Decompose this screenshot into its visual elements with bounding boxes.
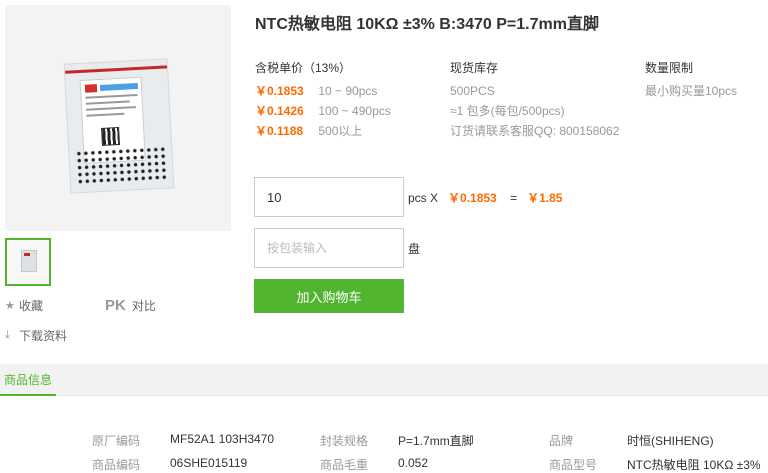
spec-key: 品牌 — [549, 434, 574, 448]
limit-header: 数量限制 — [645, 61, 694, 75]
quantity-input[interactable] — [254, 177, 404, 217]
tier-price: ￥0.1188 — [255, 124, 304, 138]
add-to-cart-button[interactable]: 加入购物车 — [254, 279, 404, 313]
price-calculation: pcs X ￥0.1853 = ￥1.85 — [408, 189, 562, 206]
min-purchase: 最小购买量10pcs — [645, 84, 738, 98]
price-header: 含税单价（13%） — [255, 61, 352, 75]
spec-value: 06SHE015119 — [170, 456, 248, 470]
limit-info: 最小购买量10pcs — [645, 84, 737, 104]
pk-icon: PK — [105, 296, 126, 314]
spec-key: 原厂编码 — [92, 434, 141, 448]
star-icon: ★ — [5, 299, 15, 312]
side-actions: ★ 收藏 PK 对比 ⤓ 下载资料 — [5, 296, 156, 356]
price-tier: ￥0.1853 10 ~ 90pcs — [255, 84, 391, 104]
package-unit: 盘 — [408, 242, 421, 256]
stock-info: 500PCS ≈1 包多(每包/500pcs) 订货请联系客服QQ: 80015… — [450, 84, 619, 144]
calc-unit-price: ￥0.1853 — [448, 191, 497, 205]
tab-product-info[interactable]: 商品信息 — [0, 364, 57, 396]
download-row[interactable]: ⤓ 下载资料 — [5, 326, 156, 344]
product-title: NTC热敏电阻 10KΩ ±3% B:3470 P=1.7mm直脚 — [255, 16, 599, 33]
stock-quantity: 500PCS — [450, 84, 495, 98]
stock-header: 现货库存 — [450, 61, 499, 75]
product-thumbnail[interactable] — [5, 238, 51, 286]
favorite-compare-row: ★ 收藏 PK 对比 — [5, 296, 156, 314]
stock-contact: 订货请联系客服QQ: 800158062 — [450, 124, 620, 138]
price-tier: ￥0.1426 100 ~ 490pcs — [255, 104, 391, 124]
spec-value: P=1.7mm直脚 — [398, 434, 474, 448]
tier-price: ￥0.1853 — [255, 84, 304, 98]
product-bag-illustration — [63, 58, 175, 194]
favorite-button[interactable]: 收藏 — [19, 297, 43, 314]
spec-key: 商品编码 — [92, 458, 141, 472]
pcs-unit: pcs X — [408, 191, 439, 205]
spec-value: NTC热敏电阻 10KΩ ±3% — [627, 458, 761, 472]
package-quantity-input[interactable] — [254, 228, 404, 268]
stock-package: ≈1 包多(每包/500pcs) — [450, 104, 565, 118]
download-link[interactable]: 下载资料 — [19, 327, 67, 344]
spec-row: 原厂编码 MF52A1 103H3470 封装规格 P=1.7mm直脚 品牌 时… — [0, 432, 768, 452]
info-tabbar: 商品信息 — [0, 364, 768, 396]
price-tiers: ￥0.1853 10 ~ 90pcs ￥0.1426 100 ~ 490pcs … — [255, 84, 391, 144]
total-price: ￥1.85 — [527, 191, 563, 205]
tier-range: 500以上 — [318, 124, 363, 138]
spec-value: 0.052 — [398, 456, 429, 470]
product-main-image[interactable] — [5, 5, 231, 231]
qr-code-icon — [101, 126, 120, 146]
spec-value: 时恒(SHIHENG) — [627, 434, 714, 448]
spec-value: MF52A1 103H3470 — [170, 432, 275, 446]
tier-range: 10 ~ 90pcs — [318, 84, 378, 98]
tier-price: ￥0.1426 — [255, 104, 304, 118]
spec-key: 商品型号 — [549, 458, 598, 472]
compare-button[interactable]: 对比 — [132, 297, 156, 314]
price-tier: ￥0.1188 500以上 — [255, 124, 391, 144]
spec-key: 封装规格 — [320, 434, 369, 448]
download-icon: ⤓ — [5, 328, 10, 341]
spec-row: 商品编码 06SHE015119 商品毛重 0.052 商品型号 NTC热敏电阻… — [0, 456, 768, 473]
equals-sign: = — [510, 191, 518, 205]
spec-key: 商品毛重 — [320, 458, 369, 472]
tier-range: 100 ~ 490pcs — [318, 104, 391, 118]
